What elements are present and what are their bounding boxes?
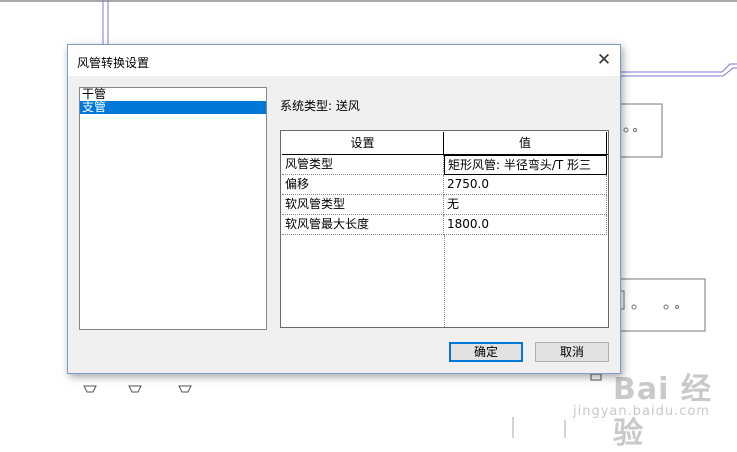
grid-column-divider (444, 235, 445, 327)
dialog-titlebar[interactable]: 风管转换设置 ✕ (68, 45, 620, 76)
row-name-offset: 偏移 (282, 175, 444, 195)
grid-body: 风管类型 矩形风管: 半径弯头/T 形三 偏移 2750.0 软风管类型 无 软… (282, 155, 608, 327)
list-item-main-duct[interactable]: 干管 (80, 88, 266, 101)
row-name-duct-type: 风管类型 (282, 155, 444, 175)
system-type-label: 系统类型: 送风 (280, 99, 360, 113)
cancel-button[interactable]: 取消 (535, 342, 609, 362)
dialog-title: 风管转换设置 (77, 56, 150, 70)
flex-duct-max-length-value-field[interactable]: 1800.0 (444, 215, 607, 235)
table-row[interactable]: 风管类型 矩形风管: 半径弯头/T 形三 (282, 155, 608, 175)
offset-value-field[interactable]: 2750.0 (444, 175, 607, 195)
grid-header: 设置 值 (282, 132, 608, 155)
duct-conversion-settings-dialog: 风管转换设置 ✕ 干管 支管 系统类型: 送风 设置 值 风管类型 矩形风管: … (67, 44, 621, 374)
row-name-flex-duct-max-length: 软风管最大长度 (282, 215, 444, 235)
duct-type-value-field[interactable]: 矩形风管: 半径弯头/T 形三 (444, 155, 607, 175)
ok-button[interactable]: 确定 (449, 342, 523, 362)
watermark-sub: jingyan.baidu.com (573, 404, 710, 419)
header-settings[interactable]: 设置 (282, 132, 444, 154)
close-icon[interactable]: ✕ (590, 47, 618, 73)
header-value[interactable]: 值 (444, 132, 607, 154)
row-name-flex-duct-type: 软风管类型 (282, 195, 444, 215)
table-row[interactable]: 软风管类型 无 (282, 195, 608, 215)
duct-category-list[interactable]: 干管 支管 (79, 87, 267, 330)
table-row[interactable]: 软风管最大长度 1800.0 (282, 215, 608, 235)
flex-duct-type-value-field[interactable]: 无 (444, 195, 607, 215)
list-item-branch-duct[interactable]: 支管 (80, 101, 266, 114)
settings-grid: 设置 值 风管类型 矩形风管: 半径弯头/T 形三 偏移 2750.0 软风管类… (280, 130, 609, 328)
table-row[interactable]: 偏移 2750.0 (282, 175, 608, 195)
